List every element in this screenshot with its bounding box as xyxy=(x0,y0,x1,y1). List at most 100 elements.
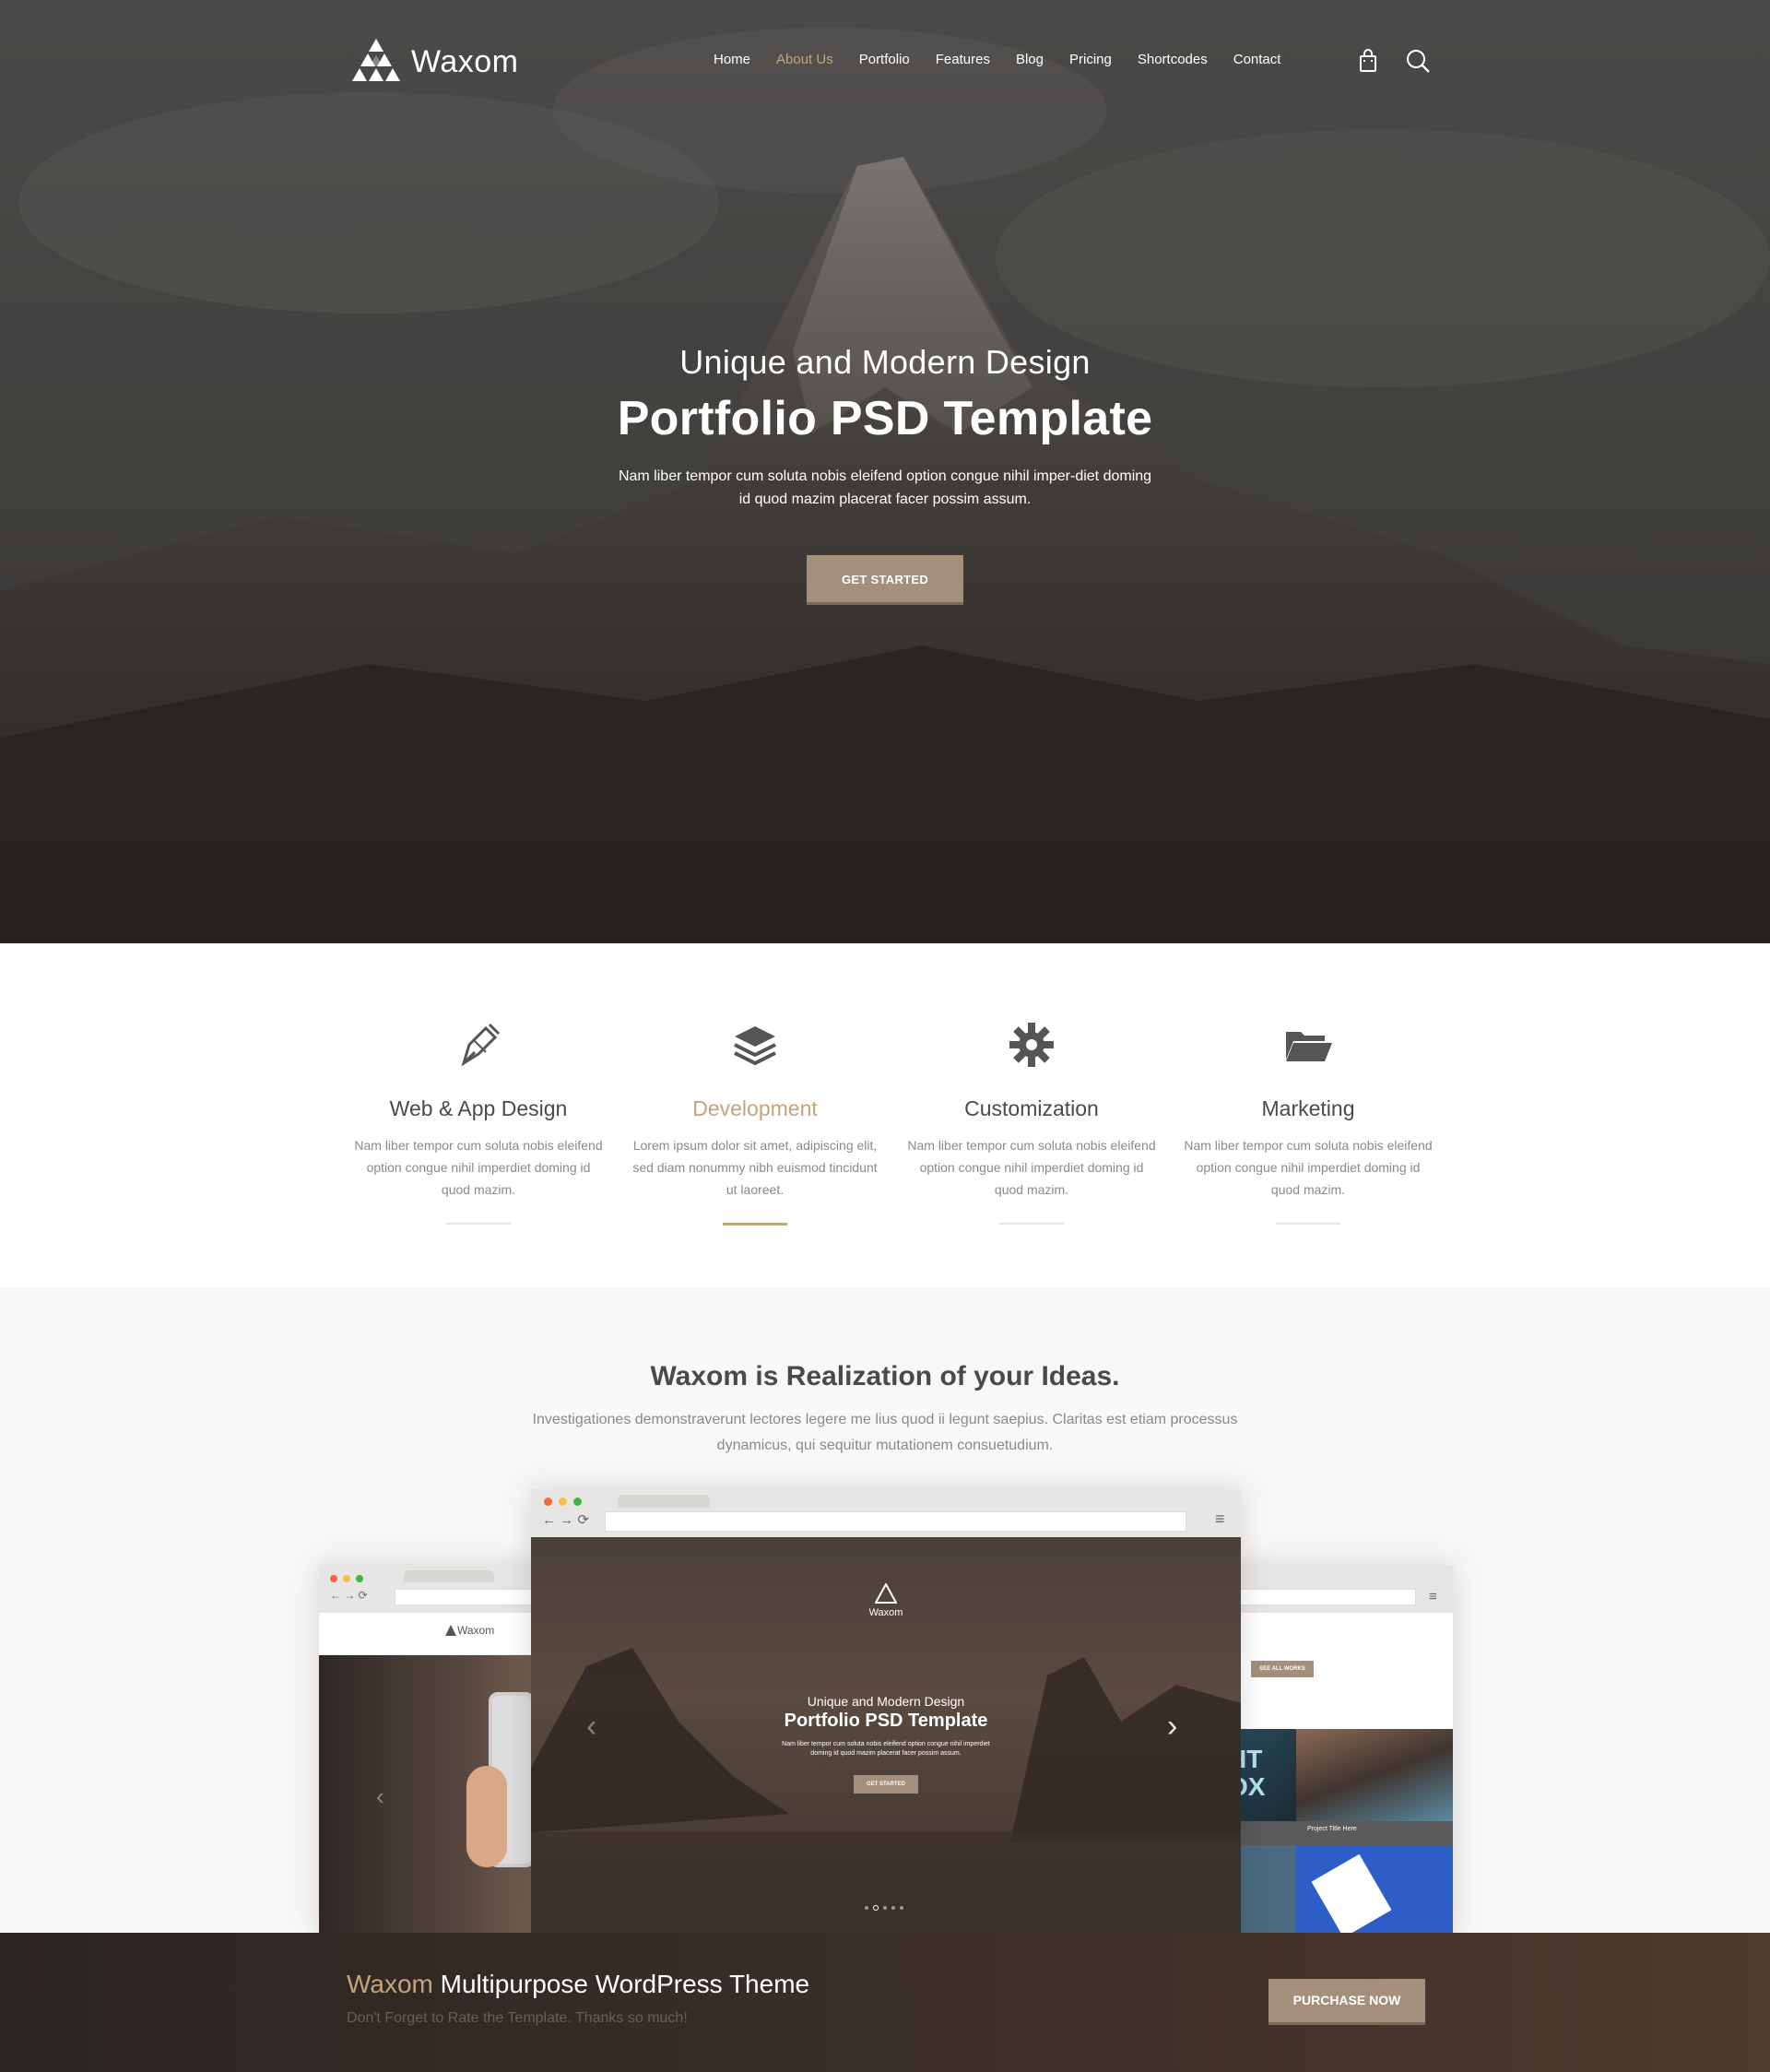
feature-title: Customization xyxy=(964,1096,1099,1120)
feature-description: Nam liber tempor cum soluta nobis eleife… xyxy=(907,1138,1156,1197)
feature-card-marketing[interactable]: Marketing Nam liber tempor cum soluta nob… xyxy=(1170,1017,1446,1225)
nav-item-blog[interactable]: Blog xyxy=(1003,52,1056,67)
feature-title: Development xyxy=(692,1096,818,1120)
nav-item-home[interactable]: Home xyxy=(701,52,763,67)
feature-card-development[interactable]: Development Lorem ipsum dolor sit amet, a… xyxy=(617,1017,893,1225)
close-dot xyxy=(330,1575,337,1582)
left-chevron-icon[interactable]: ‹ xyxy=(376,1782,384,1811)
hero-title: Portfolio PSD Template xyxy=(617,392,1153,445)
inner-prev-chevron-icon[interactable]: ‹ xyxy=(586,1709,596,1745)
right-inner-header: SEE ALL WORKS xyxy=(1226,1613,1453,1729)
showcase-section: Waxom is Realization of your Ideas. Inve… xyxy=(0,1287,1770,1933)
feature-description: Nam liber tempor cum soluta nobis eleife… xyxy=(1184,1138,1433,1197)
feature-card-web-app-design[interactable]: Web & App Design Nam liber tempor cum sol… xyxy=(340,1017,617,1225)
inner-get-started-button[interactable]: GET STARTED xyxy=(854,1775,918,1794)
browser-toolbar: ← → ⟳ xyxy=(319,1565,545,1613)
navbar: Waxom Home About Us Portfolio Features Blog P… xyxy=(0,0,1770,124)
features-section: Web & App Design Nam liber tempor cum sol… xyxy=(0,943,1770,1287)
feature-underline xyxy=(999,1223,1064,1225)
showcase-title: Waxom is Realization of your Ideas. xyxy=(650,1361,1120,1391)
hero-section: Waxom Home About Us Portfolio Features Blog P… xyxy=(0,0,1770,943)
maximize-dot xyxy=(356,1575,363,1582)
feature-title: Web & App Design xyxy=(389,1096,568,1120)
slider-dot[interactable] xyxy=(891,1906,895,1910)
window-controls xyxy=(330,1575,363,1582)
gear-icon xyxy=(1004,1017,1059,1072)
browser-toolbar: ≡ xyxy=(1226,1565,1453,1613)
window-controls xyxy=(544,1498,582,1506)
showcase-description: Investigationes demonstraverunt lectores… xyxy=(532,1412,1238,1453)
maximize-dot xyxy=(573,1498,582,1506)
portfolio-tile-2[interactable]: Project Title Here xyxy=(1296,1729,1453,1845)
slider-dot[interactable] xyxy=(865,1906,868,1910)
logo-triangle-icon xyxy=(352,39,400,81)
close-dot xyxy=(544,1498,552,1506)
browser-tab xyxy=(404,1570,494,1582)
feature-underline xyxy=(723,1223,787,1225)
browser-mockup-left: ← → ⟳ Waxom ‹ xyxy=(319,1565,545,1933)
left-inner-header: Waxom xyxy=(319,1613,545,1655)
see-all-works-button[interactable]: SEE ALL WORKS xyxy=(1251,1661,1314,1677)
left-inner-logo-icon xyxy=(445,1625,456,1636)
left-inner-hero: ‹ xyxy=(319,1655,545,1933)
inner-logo-text: Waxom xyxy=(868,1607,903,1618)
browser-toolbar: ← → ⟳ ≡ xyxy=(531,1489,1241,1537)
pen-nib-icon xyxy=(451,1017,506,1072)
inner-slider-dots xyxy=(865,1905,903,1911)
get-started-button[interactable]: GET STARTED xyxy=(807,555,963,605)
minimize-dot xyxy=(559,1498,567,1506)
main-nav: Home About Us Portfolio Features Blog Pricing… xyxy=(701,52,1293,67)
url-bar xyxy=(395,1589,545,1605)
browser-mockup-main: ← → ⟳ ≡ Waxom Unique and Modern Design P… xyxy=(531,1489,1241,1933)
browser-tab xyxy=(618,1495,710,1508)
nav-item-portfolio[interactable]: Portfolio xyxy=(846,52,923,67)
inner-logo-icon xyxy=(875,1583,897,1604)
slider-dot[interactable] xyxy=(900,1906,903,1910)
search-icon[interactable] xyxy=(1405,48,1431,74)
hamburger-menu-icon[interactable]: ≡ xyxy=(1215,1510,1225,1529)
nav-item-pricing[interactable]: Pricing xyxy=(1056,52,1125,67)
hero-content: Unique and Modern Design Portfolio PSD T… xyxy=(0,343,1770,605)
feature-underline xyxy=(1276,1223,1340,1225)
feature-description: Nam liber tempor cum soluta nobis eleife… xyxy=(354,1138,603,1197)
slider-dot-active[interactable] xyxy=(873,1905,879,1911)
layers-icon xyxy=(727,1017,783,1072)
inner-pretitle: Unique and Modern Design xyxy=(807,1694,965,1709)
slider-dot[interactable] xyxy=(883,1906,887,1910)
feature-underline xyxy=(446,1223,511,1225)
inner-description: Nam liber tempor cum soluta nobis eleife… xyxy=(782,1741,990,1757)
left-inner-logo: Waxom xyxy=(457,1624,495,1637)
nav-item-features[interactable]: Features xyxy=(923,52,1003,67)
logo[interactable]: Waxom xyxy=(347,35,518,89)
hero-pretitle: Unique and Modern Design xyxy=(679,343,1091,381)
portfolio-tile-4[interactable] xyxy=(1296,1845,1453,1933)
browser-nav-arrows-icon: ← → ⟳ xyxy=(330,1589,368,1602)
url-bar xyxy=(1226,1589,1416,1605)
purchase-now-button[interactable]: PURCHASE NOW xyxy=(1268,1979,1425,2025)
browser-mockup-right: ≡ SEE ALL WORKS HT OX Project Title Here xyxy=(1226,1565,1453,1933)
nav-item-shortcodes[interactable]: Shortcodes xyxy=(1125,52,1221,67)
nav-item-contact[interactable]: Contact xyxy=(1221,52,1294,67)
nav-item-about-us[interactable]: About Us xyxy=(763,52,846,67)
nav-icons xyxy=(1355,48,1431,74)
cta-banner: Waxom Multipurpose WordPress Theme Don't… xyxy=(0,1933,1770,2072)
hand-illustration xyxy=(466,1766,507,1867)
inner-title: Portfolio PSD Template xyxy=(784,1711,988,1731)
browser-nav-arrows-icon: ← → ⟳ xyxy=(542,1512,589,1528)
shopping-bag-icon[interactable] xyxy=(1355,48,1381,74)
feature-title: Marketing xyxy=(1261,1096,1355,1120)
project-title: Project Title Here xyxy=(1307,1826,1357,1832)
url-bar xyxy=(605,1511,1186,1532)
cta-title: Waxom Multipurpose WordPress Theme xyxy=(347,1970,809,1999)
hamburger-menu-icon[interactable]: ≡ xyxy=(1429,1589,1437,1604)
project-caption-bar: Project Title Here xyxy=(1296,1821,1453,1845)
folder-open-icon xyxy=(1280,1017,1336,1072)
hero-description: Nam liber tempor cum soluta nobis eleife… xyxy=(618,468,1152,507)
inner-hero: Waxom Unique and Modern Design Portfolio… xyxy=(531,1537,1241,1933)
cta-subtitle: Don't Forget to Rate the Template. Thank… xyxy=(347,2010,688,2026)
minimize-dot xyxy=(343,1575,350,1582)
stationery-illustration xyxy=(1311,1853,1392,1933)
inner-next-chevron-icon[interactable]: › xyxy=(1167,1709,1177,1745)
logo-text: Waxom xyxy=(411,43,519,79)
feature-card-customization[interactable]: Customization Nam liber tempor cum soluta… xyxy=(893,1017,1170,1225)
